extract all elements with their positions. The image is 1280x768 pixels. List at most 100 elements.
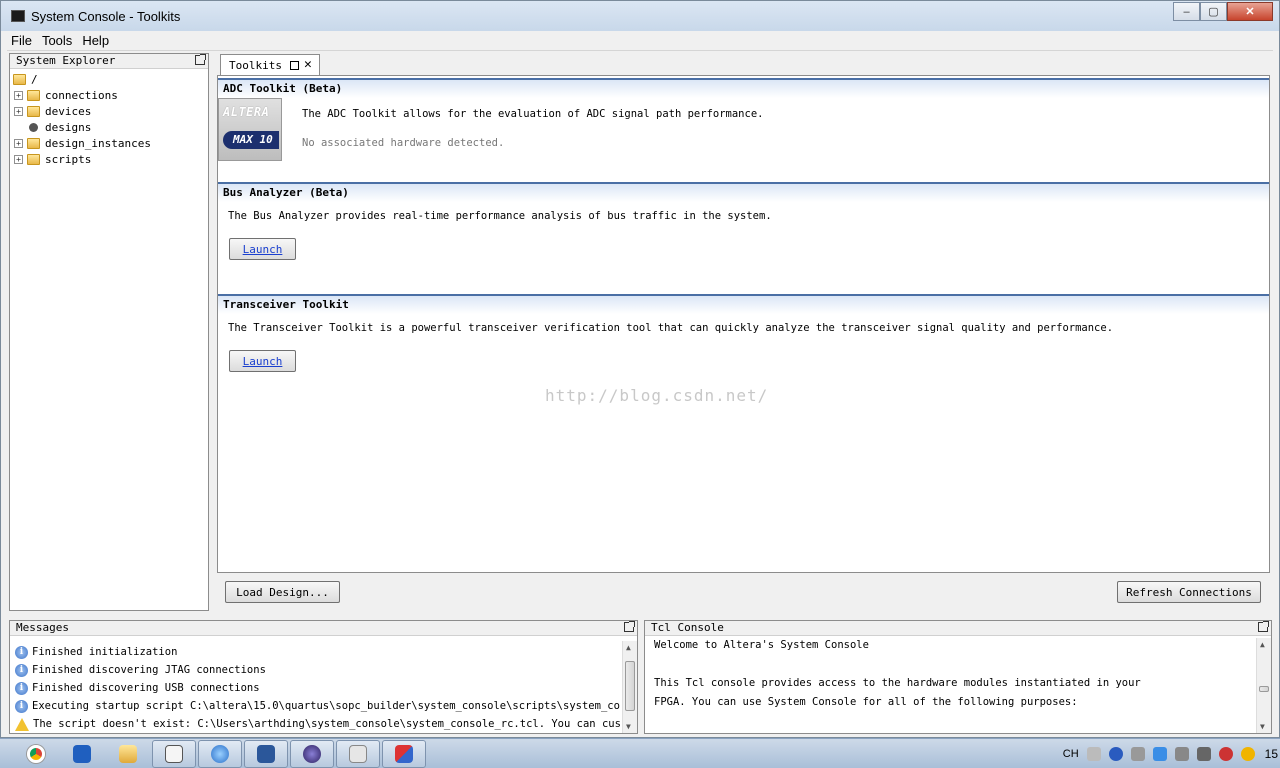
menu-tools[interactable]: Tools [38, 33, 76, 48]
keyboard-icon[interactable] [1086, 747, 1101, 761]
close-tab-icon[interactable]: ✕ [304, 58, 312, 71]
load-design-button[interactable]: Load Design... [225, 581, 340, 603]
clipboard-icon [349, 744, 367, 763]
maximize-tab-icon[interactable] [289, 60, 299, 70]
tcl-scrollbar[interactable]: ▲ ▼ [1256, 638, 1271, 733]
bus-analyzer-description: The Bus Analyzer provides real-time perf… [228, 210, 772, 222]
adc-toolkit-description: The ADC Toolkit allows for the evaluatio… [302, 108, 764, 120]
taskbar-eclipse-button[interactable] [290, 739, 334, 768]
tree-item-connections[interactable]: + connections [13, 87, 208, 103]
tree-root[interactable]: / [13, 71, 208, 87]
popout-icon[interactable] [1258, 621, 1269, 632]
globe-icon [211, 744, 229, 763]
folder-icon [13, 73, 26, 85]
taskbar-explorer-button[interactable] [106, 740, 150, 768]
popout-icon[interactable] [195, 54, 206, 65]
messages-title: Messages [16, 621, 69, 634]
scroll-up-icon[interactable]: ▲ [1260, 640, 1265, 649]
tree-item-devices[interactable]: + devices [13, 103, 208, 119]
tree-root-label: / [31, 72, 38, 86]
expand-icon[interactable]: + [14, 138, 23, 148]
adc-toolkit-section: ADC Toolkit (Beta) ALTERA MAX 10 The ADC… [218, 78, 1269, 184]
max10-logo-text: MAX 10 [223, 131, 279, 149]
message-row[interactable]: The script doesn't exist: C:\Users\arthd… [10, 715, 622, 733]
message-row[interactable]: i Executing startup script C:\altera\15.… [10, 697, 622, 715]
tcl-console-output[interactable]: Welcome to Altera's System Console This … [645, 636, 1255, 712]
taskbar-outlook-button[interactable] [60, 740, 104, 768]
folder-icon [27, 105, 40, 117]
tray-arrow-icon[interactable] [1130, 747, 1145, 761]
taskbar-console-button[interactable] [152, 739, 196, 768]
close-icon: ✕ [1245, 6, 1255, 18]
qq-icon[interactable] [1240, 747, 1255, 761]
transceiver-toolkit-launch-button[interactable]: Launch [229, 350, 296, 372]
taskbar-tool-button[interactable] [382, 739, 426, 768]
scroll-down-icon[interactable]: ▼ [626, 722, 631, 731]
input-language[interactable]: CH [1063, 748, 1079, 760]
title-bar[interactable]: System Console - Toolkits – ▢ ✕ [1, 1, 1279, 31]
messages-scroll-thumb[interactable] [625, 661, 635, 711]
device-icon[interactable] [1174, 747, 1189, 761]
bus-analyzer-launch-button[interactable]: Launch [229, 238, 296, 260]
tool-icon [395, 744, 413, 763]
signal-icon[interactable] [1196, 747, 1211, 761]
tree-item-design-instances[interactable]: + design_instances [13, 135, 208, 151]
expand-icon[interactable]: + [14, 154, 23, 164]
minimize-button[interactable]: – [1173, 2, 1200, 21]
tree-item-label: design_instances [45, 136, 151, 150]
message-text: Finished discovering JTAG connections [32, 664, 266, 676]
tcl-console-header: Tcl Console [645, 621, 1271, 636]
tree-item-scripts[interactable]: + scripts [13, 151, 208, 167]
tree-item-designs[interactable]: designs [13, 119, 208, 135]
message-row[interactable]: i Finished initialization [10, 643, 622, 661]
maximize-icon: ▢ [1208, 6, 1219, 18]
system-explorer-title: System Explorer [16, 54, 116, 67]
message-row[interactable]: i Finished discovering USB connections [10, 679, 622, 697]
max10-logo: ALTERA MAX 10 [218, 98, 282, 161]
maximize-button[interactable]: ▢ [1200, 2, 1227, 21]
taskbar-globe-button[interactable] [198, 739, 242, 768]
refresh-connections-button[interactable]: Refresh Connections [1117, 581, 1261, 603]
tree-item-label: scripts [45, 152, 92, 166]
menu-file[interactable]: File [7, 33, 36, 48]
chrome-icon [27, 744, 45, 763]
tree-item-label: designs [45, 120, 92, 134]
system-explorer-header: System Explorer [10, 54, 208, 69]
toolkits-panel: ADC Toolkit (Beta) ALTERA MAX 10 The ADC… [217, 75, 1270, 573]
expand-icon[interactable]: + [14, 106, 23, 116]
clock[interactable]: 15 [1265, 747, 1278, 761]
tree-item-label: devices [45, 104, 92, 118]
info-icon: i [15, 699, 28, 713]
word-icon [257, 744, 275, 763]
expand-icon[interactable]: + [14, 90, 23, 100]
network-app-icon[interactable] [1152, 747, 1167, 761]
transceiver-toolkit-title: Transceiver Toolkit [218, 294, 1269, 314]
messages-header: Messages [10, 621, 637, 636]
message-text: The script doesn't exist: C:\Users\arthd… [33, 718, 622, 730]
help-icon[interactable] [1108, 747, 1123, 761]
tcl-line [645, 655, 1255, 674]
info-icon: i [15, 681, 28, 695]
minimize-icon: – [1183, 5, 1190, 18]
console-icon [165, 744, 183, 763]
tcl-scroll-thumb[interactable] [1259, 686, 1269, 692]
message-text: Finished discovering USB connections [32, 682, 260, 694]
explorer-icon [119, 744, 137, 763]
menu-help[interactable]: Help [78, 33, 113, 48]
messages-panel: Messages i Finished initialization i Fin… [9, 620, 638, 734]
messages-scrollbar[interactable]: ▲ ▼ [622, 641, 637, 733]
message-row[interactable]: i Finished discovering JTAG connections [10, 661, 622, 679]
adc-toolkit-title: ADC Toolkit (Beta) [218, 78, 1269, 98]
volume-muted-icon[interactable] [1218, 747, 1233, 761]
close-button[interactable]: ✕ [1227, 2, 1273, 21]
taskbar-word-button[interactable] [244, 739, 288, 768]
taskbar-clipboard-button[interactable] [336, 739, 380, 768]
outlook-icon [73, 744, 91, 763]
tab-toolkits[interactable]: Toolkits ✕ [220, 54, 320, 75]
taskbar-chrome-button[interactable] [14, 740, 58, 768]
scroll-down-icon[interactable]: ▼ [1260, 722, 1265, 731]
designs-icon [29, 122, 38, 132]
scroll-up-icon[interactable]: ▲ [626, 643, 631, 652]
popout-icon[interactable] [624, 621, 635, 632]
window-title: System Console - Toolkits [31, 8, 181, 24]
